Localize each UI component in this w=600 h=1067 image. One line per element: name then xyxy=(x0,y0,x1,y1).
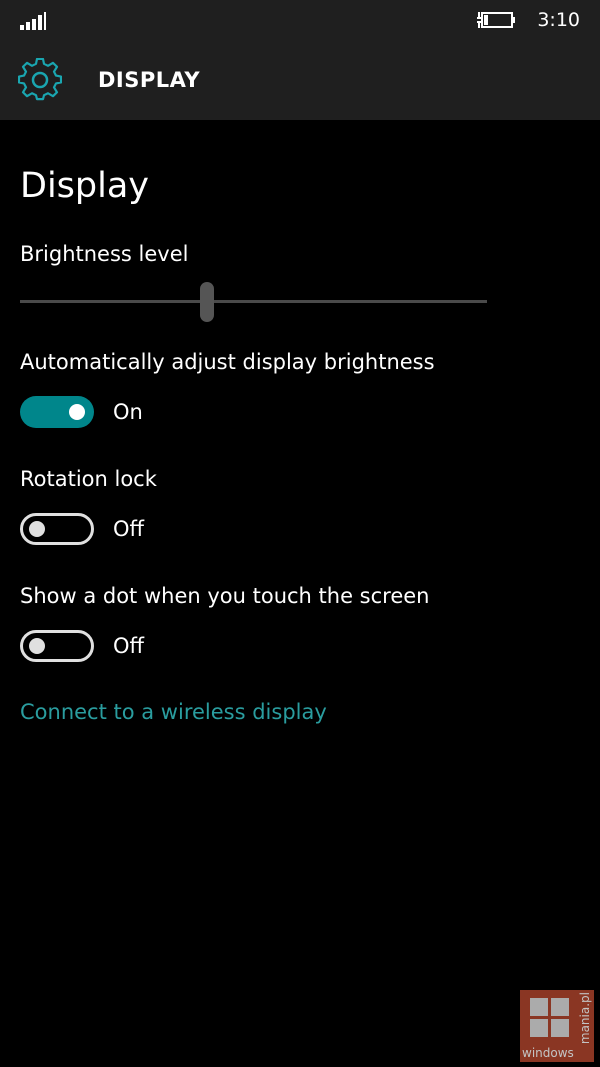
page-header: DISPLAY xyxy=(0,40,600,120)
page-title: Display xyxy=(20,166,150,206)
auto-brightness-state: On xyxy=(113,400,143,424)
status-time: 3:10 xyxy=(537,9,580,31)
rotation-lock-label: Rotation lock xyxy=(20,467,157,491)
touch-dot-toggle[interactable] xyxy=(20,630,94,662)
watermark-vertical-text: mania.pl xyxy=(578,992,592,1045)
toggle-knob xyxy=(29,521,45,537)
brightness-slider[interactable] xyxy=(20,282,487,322)
brightness-slider-thumb[interactable] xyxy=(199,282,214,322)
toggle-knob xyxy=(29,638,45,654)
watermark-text: windows xyxy=(522,1046,574,1060)
rotation-lock-state: Off xyxy=(113,517,144,541)
touch-dot-state: Off xyxy=(113,634,144,658)
toggle-knob xyxy=(69,404,85,420)
settings-screen: 3:10 DISPLAY Display Brightness level Au… xyxy=(0,0,600,1067)
battery-charging-icon xyxy=(477,12,515,28)
auto-brightness-label: Automatically adjust display brightness xyxy=(20,350,435,374)
gear-icon xyxy=(18,58,62,101)
connect-wireless-display-link[interactable]: Connect to a wireless display xyxy=(20,698,327,726)
touch-dot-label: Show a dot when you touch the screen xyxy=(20,584,430,608)
auto-brightness-toggle[interactable] xyxy=(20,396,94,428)
rotation-lock-toggle[interactable] xyxy=(20,513,94,545)
watermark-logo: windows mania.pl xyxy=(520,990,594,1062)
top-bar: 3:10 DISPLAY xyxy=(0,0,600,120)
brightness-slider-fill xyxy=(20,300,207,303)
signal-bars-icon xyxy=(20,12,46,30)
header-title: DISPLAY xyxy=(98,68,201,92)
brightness-label: Brightness level xyxy=(20,242,189,266)
status-bar: 3:10 xyxy=(0,0,600,40)
